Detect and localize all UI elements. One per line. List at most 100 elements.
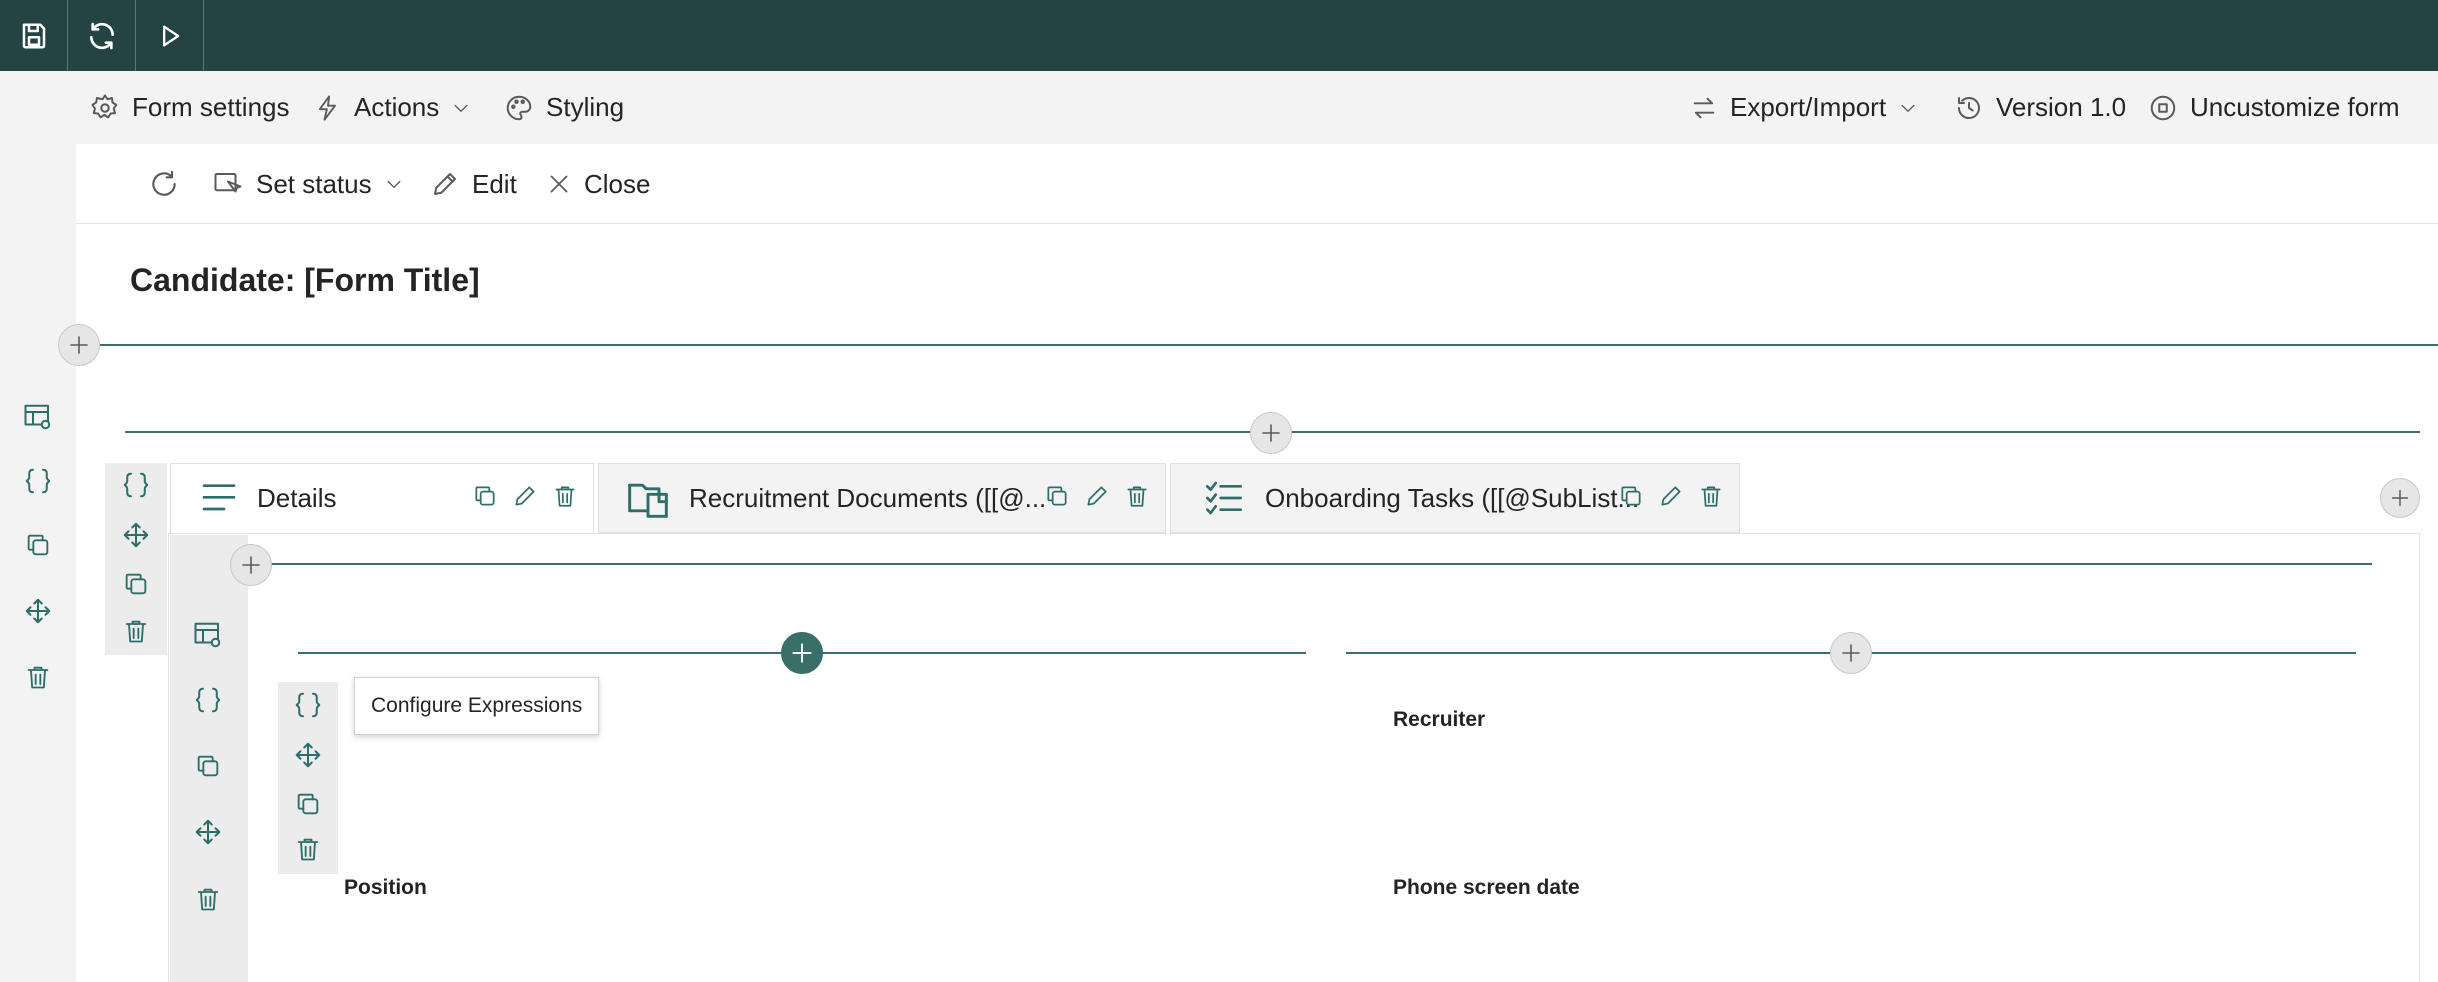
field-delete-button[interactable] <box>294 834 322 864</box>
section-table-settings-button[interactable] <box>192 620 224 650</box>
pencil-icon[interactable] <box>512 483 538 509</box>
table-gear-icon <box>194 622 221 648</box>
section-divider <box>270 563 2372 565</box>
close-button[interactable]: Close <box>546 144 650 224</box>
tab-copy-button[interactable] <box>122 570 150 598</box>
trash-icon[interactable] <box>552 483 578 509</box>
field-copy-button[interactable] <box>294 790 322 818</box>
refresh-icon <box>89 22 114 49</box>
save-icon <box>22 23 45 48</box>
header-divider <box>100 344 2438 346</box>
section-copy-button[interactable] <box>194 752 222 780</box>
add-field-left-button[interactable] <box>781 632 823 674</box>
page-title: Candidate: [Form Title] <box>130 262 480 298</box>
form-refresh-button[interactable] <box>148 144 180 224</box>
edit-label: Edit <box>472 168 517 199</box>
plus-icon <box>792 643 812 663</box>
field-label-recruiter: Recruiter <box>1393 708 1486 731</box>
chevron-down-icon <box>1901 104 1915 112</box>
tab-delete-button[interactable] <box>122 616 150 646</box>
palette-icon <box>506 95 532 120</box>
uncustomize-label: Uncustomize form <box>2190 92 2400 122</box>
history-icon <box>1958 96 1980 119</box>
chevron-down-icon <box>387 180 401 188</box>
set-status-dropdown[interactable]: Set status <box>212 144 404 224</box>
delete-button[interactable] <box>21 660 55 694</box>
tab-content-panel <box>168 533 2420 982</box>
add-field-right-button[interactable] <box>1830 632 1872 674</box>
braces-icon <box>25 468 51 494</box>
version-button[interactable]: Version 1.0 <box>1954 71 2126 144</box>
move-icon <box>295 742 321 768</box>
plus-icon <box>70 336 88 354</box>
pencil-icon <box>434 173 456 195</box>
copy-icon[interactable] <box>1044 483 1070 509</box>
move-button[interactable] <box>21 594 55 628</box>
add-section-row-button[interactable] <box>230 544 272 586</box>
refresh-icon <box>152 170 176 196</box>
add-tab-button[interactable] <box>2380 478 2420 518</box>
section-expressions-button[interactable] <box>193 685 223 715</box>
form-settings-button[interactable]: Form settings <box>90 71 290 144</box>
trash-icon <box>297 838 319 861</box>
copy-icon[interactable] <box>1618 483 1644 509</box>
actions-dropdown[interactable]: Actions <box>314 71 471 144</box>
field-move-button[interactable] <box>293 740 323 770</box>
plus-icon <box>1262 424 1280 442</box>
trash-icon <box>197 888 219 911</box>
trash-icon <box>27 666 49 689</box>
field-label-phone-screen-date: Phone screen date <box>1393 876 1580 899</box>
field-expressions-button[interactable] <box>293 690 323 720</box>
save-button[interactable] <box>0 0 68 71</box>
section-move-button[interactable] <box>193 817 223 847</box>
actions-label: Actions <box>354 92 440 122</box>
chevron-down-icon <box>454 104 468 112</box>
run-button[interactable] <box>136 0 204 71</box>
trash-icon <box>125 620 147 643</box>
status-icon <box>214 173 242 193</box>
pencil-icon[interactable] <box>1658 483 1684 509</box>
play-icon <box>162 25 179 46</box>
tab-expressions-button[interactable] <box>121 470 151 500</box>
refresh-button[interactable] <box>68 0 136 71</box>
set-status-label: Set status <box>256 168 372 199</box>
copy-icon[interactable] <box>472 483 498 509</box>
copy-icon <box>27 534 49 556</box>
uncustomize-button[interactable]: Uncustomize form <box>2148 71 2400 144</box>
tab-onboarding-tasks-label: Onboarding Tasks ([[@SubList... <box>1265 482 1640 513</box>
copy-button[interactable] <box>21 528 55 562</box>
gear-icon <box>91 94 118 118</box>
trash-icon[interactable] <box>1698 483 1724 509</box>
plus-icon <box>1842 644 1860 662</box>
stop-circle-icon <box>2150 95 2176 120</box>
section-delete-button[interactable] <box>194 884 222 914</box>
plus-icon <box>242 556 260 574</box>
version-label: Version 1.0 <box>1996 92 2127 122</box>
export-import-dropdown[interactable]: Export/Import <box>1690 71 1918 144</box>
copy-icon <box>125 573 147 595</box>
add-header-row-button[interactable] <box>58 324 100 366</box>
field-label-position: Position <box>344 876 427 899</box>
tab-move-button[interactable] <box>121 520 151 550</box>
styling-button[interactable]: Styling <box>504 71 624 144</box>
command-bar: Form settings Actions Styling Export/Imp… <box>0 71 2438 144</box>
close-icon <box>550 175 568 193</box>
pencil-icon[interactable] <box>1084 483 1110 509</box>
braces-icon <box>123 472 149 498</box>
checklist-icon <box>1206 481 1242 515</box>
edit-button[interactable]: Edit <box>430 144 517 224</box>
tab-details-label: Details <box>257 483 337 513</box>
left-rail <box>0 144 76 982</box>
expressions-button[interactable] <box>21 464 55 498</box>
lines-icon <box>202 483 236 510</box>
top-toolbar <box>0 0 2438 71</box>
tab-recruitment-documents-label: Recruitment Documents ([[@... <box>689 482 1047 513</box>
tooltip: Configure Expressions <box>354 677 600 735</box>
export-import-label: Export/Import <box>1730 92 1887 122</box>
close-label: Close <box>584 168 651 199</box>
trash-icon[interactable] <box>1124 483 1150 509</box>
move-icon <box>25 598 51 624</box>
table-settings-button[interactable] <box>21 400 55 434</box>
form-settings-label: Form settings <box>132 92 290 122</box>
add-section-button[interactable] <box>1250 412 1292 454</box>
